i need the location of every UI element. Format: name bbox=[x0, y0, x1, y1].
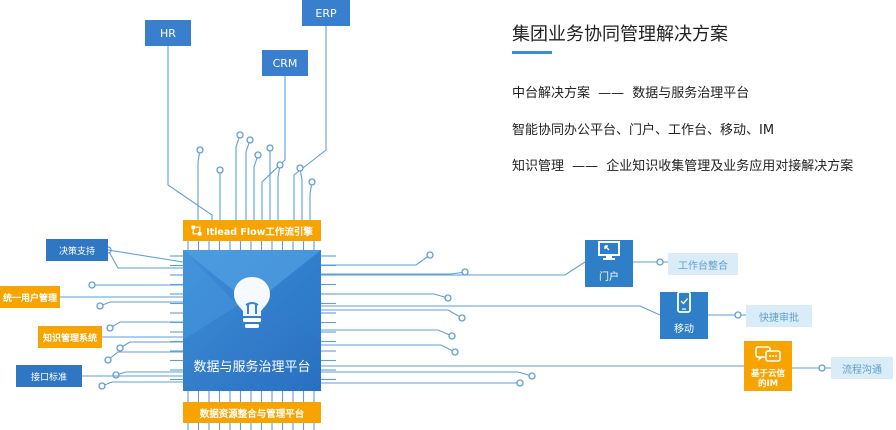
top-trace bbox=[277, 164, 281, 222]
governance-chip: 数据与服务治理平台 bbox=[183, 250, 321, 391]
hr-system-box: HR bbox=[145, 20, 191, 46]
row3-label: 知识管理 bbox=[512, 159, 565, 174]
trace-endpoint bbox=[276, 161, 284, 169]
trace-endpoint bbox=[818, 364, 826, 372]
knowledge-management-label: 知识管理系统 bbox=[42, 333, 97, 344]
page-title: 集团业务协同管理解决方案 bbox=[512, 24, 728, 45]
interface-standard-tag: 接口标准 bbox=[16, 365, 82, 387]
trace-endpoint bbox=[266, 144, 274, 152]
trace-endpoint bbox=[88, 281, 96, 289]
left-trace bbox=[115, 371, 183, 376]
title-underline bbox=[512, 51, 552, 54]
phone-icon bbox=[677, 291, 691, 316]
row3-value: 企业知识收集管理及业务应用对接解决方案 bbox=[606, 159, 854, 174]
trace-endpoint bbox=[461, 268, 469, 276]
right-trace bbox=[321, 371, 533, 377]
hr-label: HR bbox=[160, 26, 176, 40]
row1-sep: —— bbox=[598, 86, 625, 101]
trace-endpoint bbox=[116, 344, 124, 352]
process-communication-label: 流程沟通 bbox=[842, 364, 882, 376]
trace-endpoint bbox=[448, 332, 456, 340]
right-trace bbox=[321, 344, 456, 353]
crm-label: CRM bbox=[272, 56, 298, 70]
lightbulb-icon bbox=[231, 274, 273, 330]
trace-endpoint bbox=[104, 356, 112, 364]
top-trace bbox=[253, 154, 259, 222]
trace-endpoint bbox=[656, 258, 664, 266]
governance-platform-label: 数据与服务治理平台 bbox=[193, 360, 311, 375]
process-communication-pill: 流程沟通 bbox=[831, 357, 893, 379]
header-row-3: 知识管理 —— 企业知识收集管理及业务应用对接解决方案 bbox=[512, 155, 853, 174]
trace-endpoint bbox=[528, 372, 536, 380]
interface-standard-label: 接口标准 bbox=[30, 372, 67, 383]
trace-endpoint bbox=[734, 311, 742, 319]
trace-endpoint bbox=[106, 324, 114, 332]
data-integration-bar: 数据资源整合与管理平台 bbox=[183, 402, 321, 423]
right-trace bbox=[321, 293, 449, 299]
erp-label: ERP bbox=[315, 6, 337, 20]
trace-endpoint bbox=[246, 136, 254, 144]
im-label: 基于云信的IM bbox=[750, 369, 785, 389]
row3-sep: —— bbox=[572, 159, 599, 174]
trace-endpoint bbox=[236, 131, 244, 139]
header-row-1: 中台解决方案 —— 数据与服务治理平台 bbox=[512, 82, 749, 101]
unified-user-management-label: 统一用户管理 bbox=[2, 293, 57, 304]
trace-endpoint bbox=[308, 178, 316, 186]
trace-endpoint bbox=[216, 166, 224, 174]
workbench-integration-label: 工作台整合 bbox=[678, 260, 728, 272]
trace-endpoint bbox=[516, 379, 524, 387]
quick-approval-label: 快捷审批 bbox=[759, 312, 799, 324]
trace-endpoint bbox=[296, 164, 304, 172]
top-trace bbox=[299, 167, 303, 222]
trace-endpoint bbox=[196, 146, 204, 154]
decision-support-tag: 决策支持 bbox=[46, 239, 108, 261]
workflow-engine-label: Itlead Flow工作流引擎 bbox=[206, 226, 313, 238]
quick-approval-pill: 快捷审批 bbox=[746, 305, 812, 327]
portal-label: 门户 bbox=[599, 272, 619, 283]
trace-endpoint bbox=[98, 382, 106, 390]
trace-endpoint bbox=[444, 294, 452, 302]
trace-endpoint bbox=[112, 371, 120, 379]
top-trace bbox=[197, 149, 201, 222]
left-trace bbox=[101, 381, 183, 387]
crm-system-box: CRM bbox=[262, 50, 308, 76]
im-box: 基于云信的IM bbox=[744, 341, 792, 391]
decision-support-label: 决策支持 bbox=[58, 246, 95, 257]
right-trace bbox=[321, 329, 453, 337]
monitor-icon bbox=[598, 241, 620, 264]
top-trace bbox=[309, 181, 313, 222]
top-trace bbox=[245, 139, 251, 222]
workflow-icon bbox=[191, 225, 202, 236]
trace-endpoint bbox=[426, 251, 434, 259]
trace-endpoint bbox=[254, 151, 262, 159]
hr-connector bbox=[167, 46, 213, 222]
row2-label: 智能协同办公平台、门户、工作台、移动、IM bbox=[512, 123, 775, 138]
knowledge-management-tag: 知识管理系统 bbox=[38, 326, 102, 348]
header-row-2: 智能协同办公平台、门户、工作台、移动、IM bbox=[512, 119, 774, 138]
top-trace bbox=[235, 134, 241, 222]
unified-user-management-tag: 统一用户管理 bbox=[0, 286, 60, 308]
trace-endpoint bbox=[96, 302, 104, 310]
left-trace bbox=[119, 341, 183, 349]
erp-system-box: ERP bbox=[302, 0, 350, 26]
mobile-box: 移动 bbox=[660, 291, 708, 339]
data-integration-label: 数据资源整合与管理平台 bbox=[199, 408, 305, 420]
mobile-label: 移动 bbox=[674, 324, 694, 335]
workflow-engine-bar: Itlead Flow工作流引擎 bbox=[183, 220, 321, 241]
portal-trace bbox=[321, 261, 586, 276]
right-trace bbox=[321, 271, 466, 275]
portal-box: 门户 bbox=[585, 240, 633, 287]
trace-endpoint bbox=[458, 314, 466, 322]
row1-value: 数据与服务治理平台 bbox=[632, 86, 750, 101]
left-trace bbox=[107, 351, 183, 361]
row1-label: 中台解决方案 bbox=[512, 86, 591, 101]
right-trace bbox=[321, 254, 431, 266]
chat-bubbles-icon bbox=[755, 346, 781, 367]
trace-endpoint bbox=[451, 348, 459, 356]
workbench-integration-pill: 工作台整合 bbox=[668, 253, 738, 275]
right-trace bbox=[321, 309, 463, 319]
